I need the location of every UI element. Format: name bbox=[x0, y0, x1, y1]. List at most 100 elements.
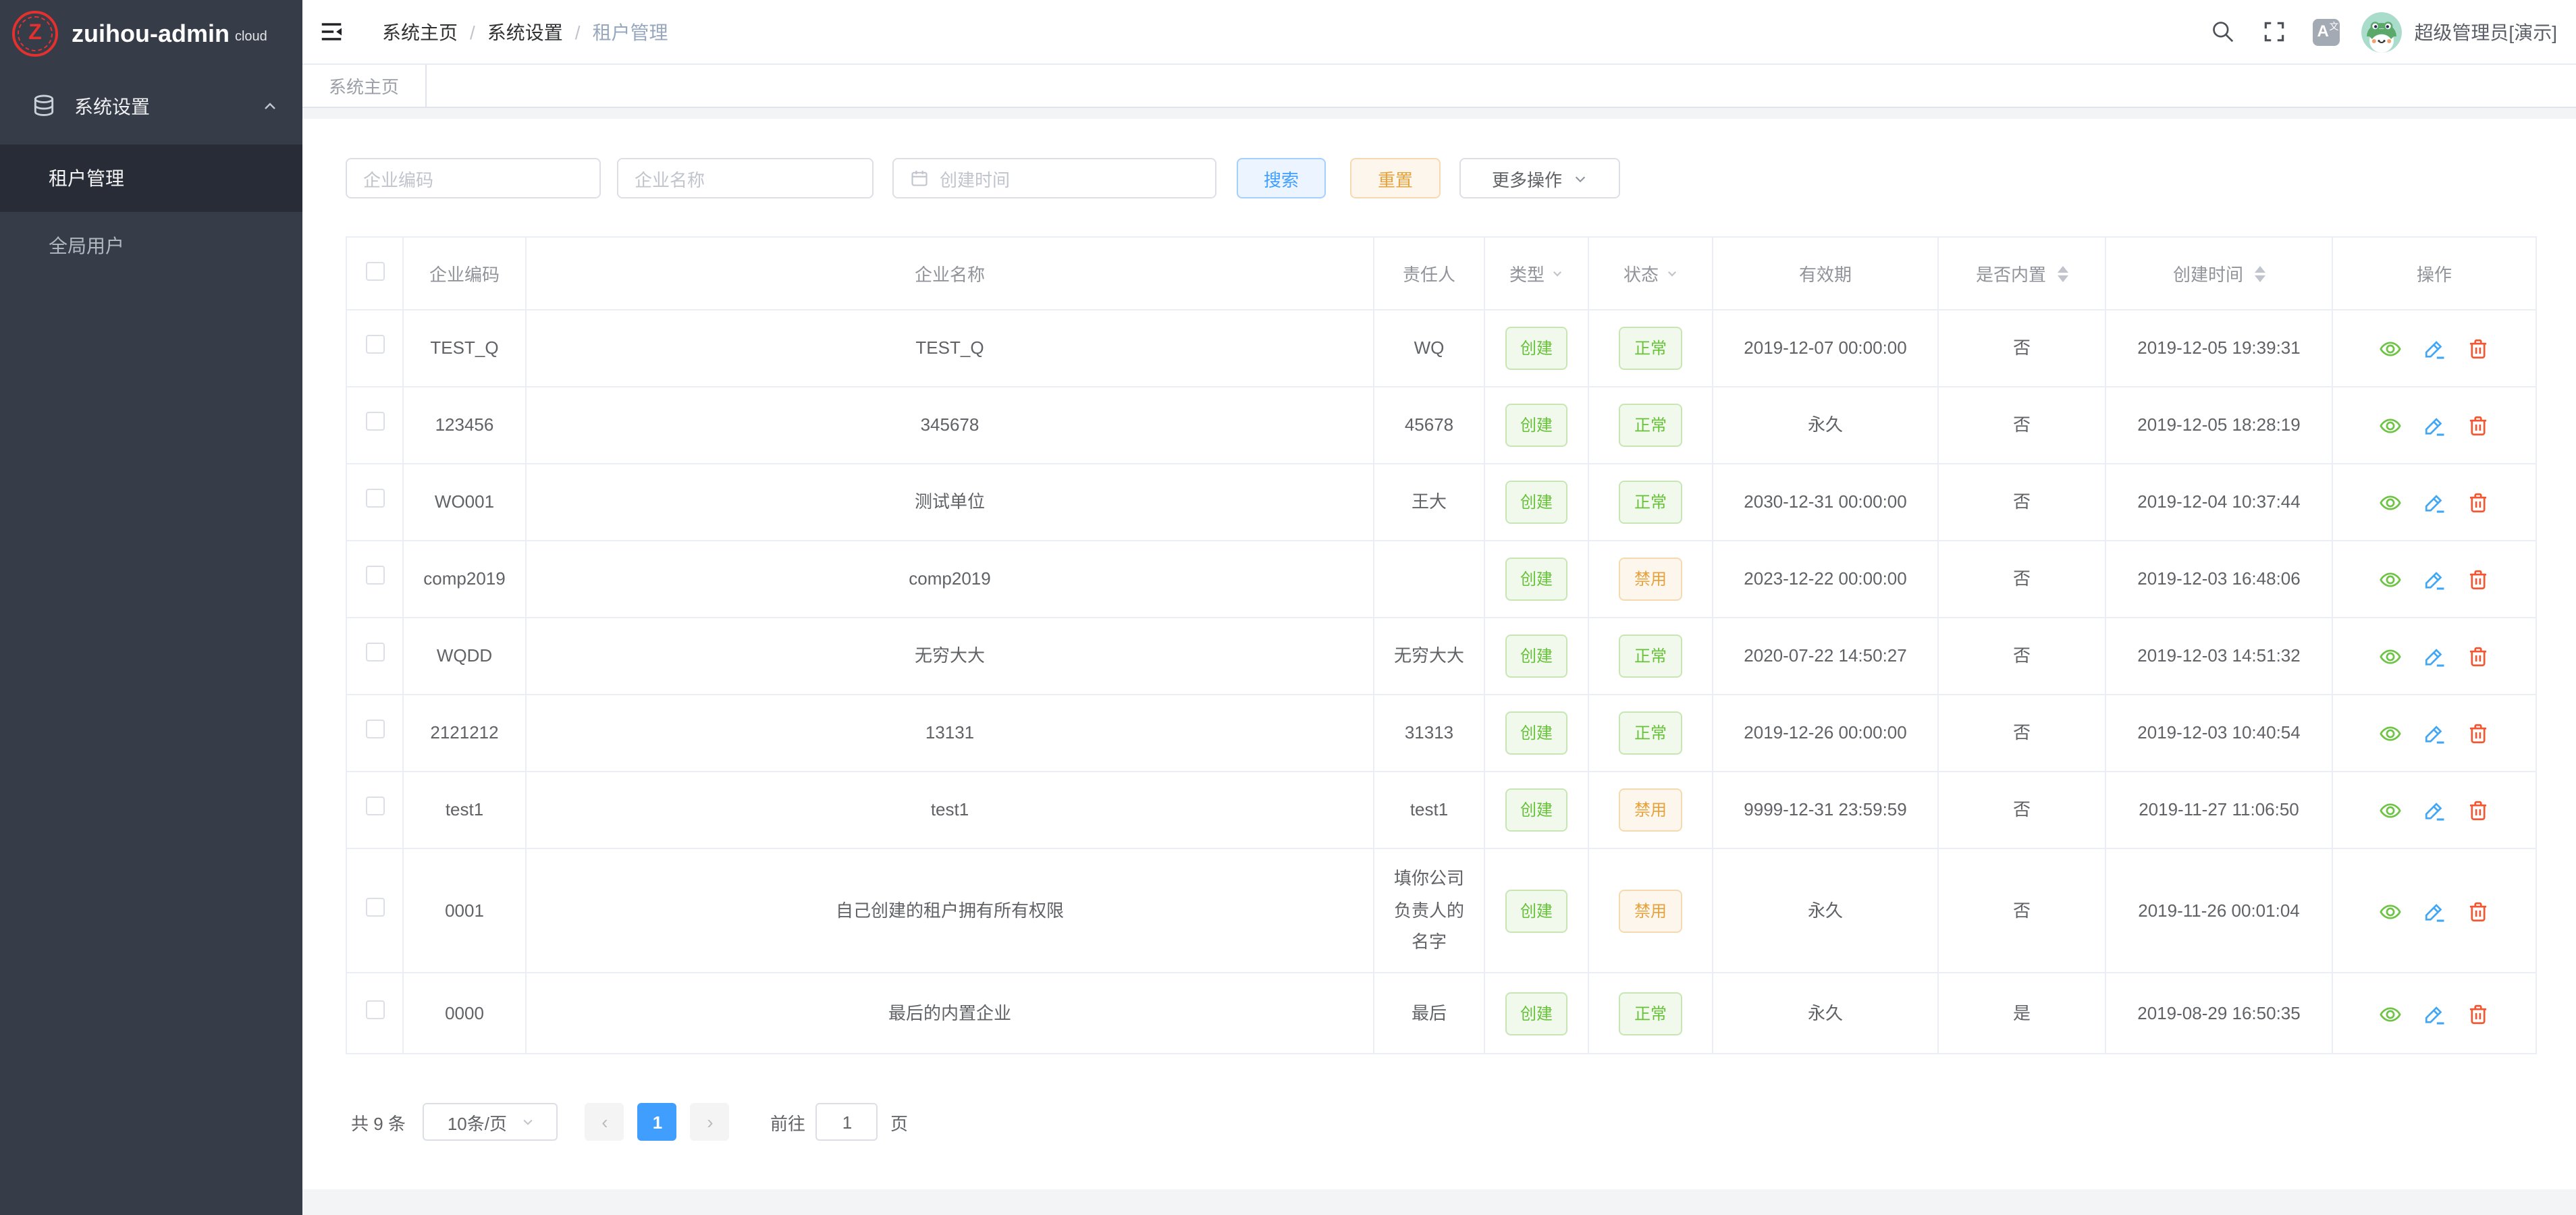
view-icon[interactable] bbox=[2379, 800, 2402, 823]
edit-icon[interactable] bbox=[2423, 569, 2446, 592]
view-icon[interactable] bbox=[2379, 569, 2402, 592]
row-checkbox[interactable] bbox=[365, 412, 384, 431]
col-builtin[interactable]: 是否内置 bbox=[1938, 237, 2105, 310]
type-badge: 创建 bbox=[1505, 788, 1567, 832]
breadcrumb-separator: / bbox=[470, 21, 475, 43]
status-badge: 正常 bbox=[1619, 634, 1682, 678]
page-size-value: 10条/页 bbox=[448, 1109, 507, 1135]
created-time-input[interactable]: 创建时间 bbox=[892, 158, 1216, 198]
avatar[interactable] bbox=[2361, 11, 2402, 52]
delete-icon[interactable] bbox=[2467, 723, 2490, 746]
edit-icon[interactable] bbox=[2423, 723, 2446, 746]
cell-owner: test1 bbox=[1374, 772, 1484, 848]
logo: Z zuihou-admin cloud bbox=[0, 0, 302, 68]
row-checkbox[interactable] bbox=[365, 335, 384, 354]
type-badge: 创建 bbox=[1505, 889, 1567, 932]
more-actions-button[interactable]: 更多操作 bbox=[1459, 158, 1620, 198]
filter-caret-icon bbox=[1551, 267, 1563, 279]
sidebar-collapse-icon[interactable] bbox=[302, 0, 363, 63]
col-type[interactable]: 类型 bbox=[1484, 237, 1588, 310]
edit-icon[interactable] bbox=[2423, 492, 2446, 515]
status-badge: 禁用 bbox=[1619, 788, 1682, 832]
row-checkbox[interactable] bbox=[365, 643, 384, 662]
breadcrumb-item[interactable]: 系统主页 bbox=[382, 18, 458, 45]
table-body: TEST_Q TEST_Q WQ 创建 正常 2019-12-07 00:00:… bbox=[346, 310, 2536, 1054]
edit-icon[interactable] bbox=[2423, 900, 2446, 923]
cell-builtin: 否 bbox=[1938, 772, 2105, 848]
company-name-input[interactable]: 企业名称 bbox=[617, 158, 874, 198]
button-label: 搜索 bbox=[1264, 165, 1299, 191]
delete-icon[interactable] bbox=[2467, 338, 2490, 361]
delete-icon[interactable] bbox=[2467, 900, 2490, 923]
cell-operations bbox=[2332, 541, 2536, 618]
cell-company-name: 自己创建的租户拥有所有权限 bbox=[526, 848, 1374, 973]
type-badge: 创建 bbox=[1505, 327, 1567, 370]
row-checkbox[interactable] bbox=[365, 566, 384, 585]
language-icon[interactable]: A文 bbox=[2313, 18, 2340, 45]
cell-owner: 填你公司负责人的名字 bbox=[1374, 848, 1484, 973]
goto-page-input[interactable] bbox=[816, 1103, 878, 1141]
page-number-1[interactable]: 1 bbox=[638, 1103, 677, 1141]
cell-builtin: 是 bbox=[1938, 973, 2105, 1054]
fullscreen-icon[interactable] bbox=[2261, 19, 2287, 45]
select-all-checkbox[interactable] bbox=[365, 262, 384, 281]
cell-builtin: 否 bbox=[1938, 387, 2105, 464]
page-size-select[interactable]: 10条/页 bbox=[423, 1103, 558, 1141]
row-checkbox[interactable] bbox=[365, 1000, 384, 1019]
edit-icon[interactable] bbox=[2423, 800, 2446, 823]
edit-icon[interactable] bbox=[2423, 1003, 2446, 1026]
status-badge: 禁用 bbox=[1619, 558, 1682, 601]
tab-system-home[interactable]: 系统主页 bbox=[302, 65, 427, 107]
chevron-down-icon bbox=[520, 1115, 534, 1129]
company-code-input[interactable]: 企业编码 bbox=[346, 158, 601, 198]
reset-button[interactable]: 重置 bbox=[1350, 158, 1441, 198]
sidebar-item-tenant-management[interactable]: 租户管理 bbox=[0, 144, 302, 212]
delete-icon[interactable] bbox=[2467, 1003, 2490, 1026]
edit-icon[interactable] bbox=[2423, 338, 2446, 361]
breadcrumb-item-current: 租户管理 bbox=[593, 18, 668, 45]
view-icon[interactable] bbox=[2379, 1003, 2402, 1026]
delete-icon[interactable] bbox=[2467, 569, 2490, 592]
delete-icon[interactable] bbox=[2467, 492, 2490, 515]
search-icon[interactable] bbox=[2210, 19, 2236, 45]
total-count: 共 9 条 bbox=[351, 1109, 406, 1135]
header-actions: A文 bbox=[2184, 11, 2576, 52]
edit-icon[interactable] bbox=[2423, 646, 2446, 669]
edit-icon[interactable] bbox=[2423, 415, 2446, 438]
cell-company-name: test1 bbox=[526, 772, 1374, 848]
view-icon[interactable] bbox=[2379, 646, 2402, 669]
type-badge: 创建 bbox=[1505, 481, 1567, 524]
cell-company-code: comp2019 bbox=[403, 541, 526, 618]
col-status[interactable]: 状态 bbox=[1588, 237, 1713, 310]
cell-operations bbox=[2332, 310, 2536, 387]
cell-company-name: 345678 bbox=[526, 387, 1374, 464]
row-checkbox[interactable] bbox=[365, 489, 384, 508]
row-checkbox[interactable] bbox=[365, 720, 384, 739]
view-icon[interactable] bbox=[2379, 900, 2402, 923]
delete-icon[interactable] bbox=[2467, 415, 2490, 438]
top-header: 系统主页 / 系统设置 / 租户管理 A文 bbox=[302, 0, 2576, 65]
delete-icon[interactable] bbox=[2467, 800, 2490, 823]
delete-icon[interactable] bbox=[2467, 646, 2490, 669]
header-select-all bbox=[346, 237, 403, 310]
view-icon[interactable] bbox=[2379, 492, 2402, 515]
prev-page-button[interactable]: ‹ bbox=[585, 1103, 624, 1141]
view-icon[interactable] bbox=[2379, 415, 2402, 438]
cell-company-code: 123456 bbox=[403, 387, 526, 464]
user-name[interactable]: 超级管理员[演示] bbox=[2414, 18, 2557, 45]
search-button[interactable]: 搜索 bbox=[1237, 158, 1326, 198]
chevron-up-icon bbox=[262, 98, 278, 114]
view-icon[interactable] bbox=[2379, 338, 2402, 361]
col-created[interactable]: 创建时间 bbox=[2105, 237, 2332, 310]
cell-company-code: 0000 bbox=[403, 973, 526, 1054]
sidebar-section-system-settings[interactable]: 系统设置 bbox=[0, 68, 302, 144]
view-icon[interactable] bbox=[2379, 723, 2402, 746]
next-page-button[interactable]: › bbox=[691, 1103, 730, 1141]
cell-builtin: 否 bbox=[1938, 310, 2105, 387]
row-checkbox[interactable] bbox=[365, 898, 384, 917]
sidebar-item-global-users[interactable]: 全局用户 bbox=[0, 212, 302, 279]
breadcrumb-item[interactable]: 系统设置 bbox=[487, 18, 563, 45]
row-checkbox[interactable] bbox=[365, 797, 384, 816]
cell-created: 2019-11-26 00:01:04 bbox=[2105, 848, 2332, 973]
cell-company-name: comp2019 bbox=[526, 541, 1374, 618]
